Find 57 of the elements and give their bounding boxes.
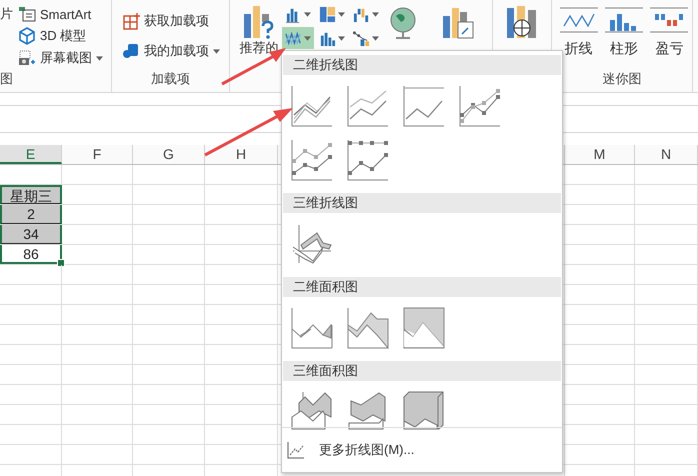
ribbon-button-label[interactable]: 片: [0, 3, 18, 25]
line-chart-icon: [287, 441, 305, 459]
chart-type-button[interactable]: [282, 27, 314, 49]
chart-help-icon: [242, 4, 276, 40]
column-header[interactable]: H: [205, 145, 278, 164]
area-chart-option-icon[interactable]: [403, 307, 445, 349]
caret-icon: [372, 12, 379, 16]
column-header[interactable]: G: [133, 145, 205, 164]
group-label: 图: [0, 70, 13, 88]
line-chart-icon: [285, 30, 302, 46]
scatter-chart-icon: [353, 30, 370, 46]
caret-icon: [338, 36, 345, 40]
section-header: 三维折线图: [283, 193, 561, 213]
camera-icon: [18, 49, 36, 67]
area-chart-option-icon[interactable]: [347, 307, 389, 349]
group-label: 加载项: [151, 70, 190, 88]
table-cell: 86: [0, 245, 62, 264]
table-cell: 星期三: [0, 185, 62, 204]
line-chart-icon: [560, 6, 598, 34]
globe-chart-icon: [505, 4, 539, 40]
treemap-chart-icon: [319, 6, 336, 22]
ribbon-button[interactable]: SmartArt: [18, 3, 103, 25]
line-chart-option-icon[interactable]: [459, 85, 501, 127]
ribbon-button[interactable]: 屏幕截图: [18, 47, 103, 69]
line-chart-option-icon[interactable]: [347, 139, 389, 181]
column-header[interactable]: N: [635, 145, 698, 164]
win-loss-icon: [650, 6, 688, 34]
ribbon-button[interactable]: 获取加载项: [122, 10, 220, 32]
smartart-icon: [18, 5, 36, 23]
caret-icon: [372, 36, 379, 40]
column-header[interactable]: M: [565, 145, 635, 164]
sparkline-button[interactable]: 盈亏: [646, 0, 692, 70]
store-icon: [122, 12, 140, 30]
section-header: 三维面积图: [283, 361, 561, 381]
line-chart-option-icon[interactable]: [403, 85, 445, 127]
line-chart-option-icon[interactable]: [291, 223, 333, 265]
addin-icon: [122, 42, 140, 60]
ribbon-button[interactable]: 我的加载项: [122, 40, 220, 62]
line-chart-option-icon[interactable]: [347, 85, 389, 127]
cube-icon: [18, 27, 36, 45]
table-cell: 2: [0, 205, 62, 224]
column-chart-icon: [604, 6, 643, 34]
line-chart-option-icon[interactable]: [291, 139, 333, 181]
group-label: 迷你图: [602, 70, 642, 88]
section-header: 二维面积图: [283, 277, 561, 297]
column-header[interactable]: F: [62, 145, 133, 164]
line-chart-option-icon[interactable]: [291, 85, 333, 127]
section-header: 二维折线图: [283, 55, 561, 75]
caret-icon: [304, 36, 311, 40]
ribbon-button[interactable]: 3D 模型: [18, 25, 103, 47]
more-line-charts-link[interactable]: 更多折线图(M)...: [319, 441, 414, 459]
sparkline-button[interactable]: 柱形: [601, 0, 647, 70]
caret-icon: [338, 12, 345, 16]
area-chart-option-icon[interactable]: [291, 307, 333, 349]
caret-icon: [304, 12, 311, 16]
column-header[interactable]: E: [0, 145, 62, 164]
table-cell: 34: [0, 225, 62, 244]
